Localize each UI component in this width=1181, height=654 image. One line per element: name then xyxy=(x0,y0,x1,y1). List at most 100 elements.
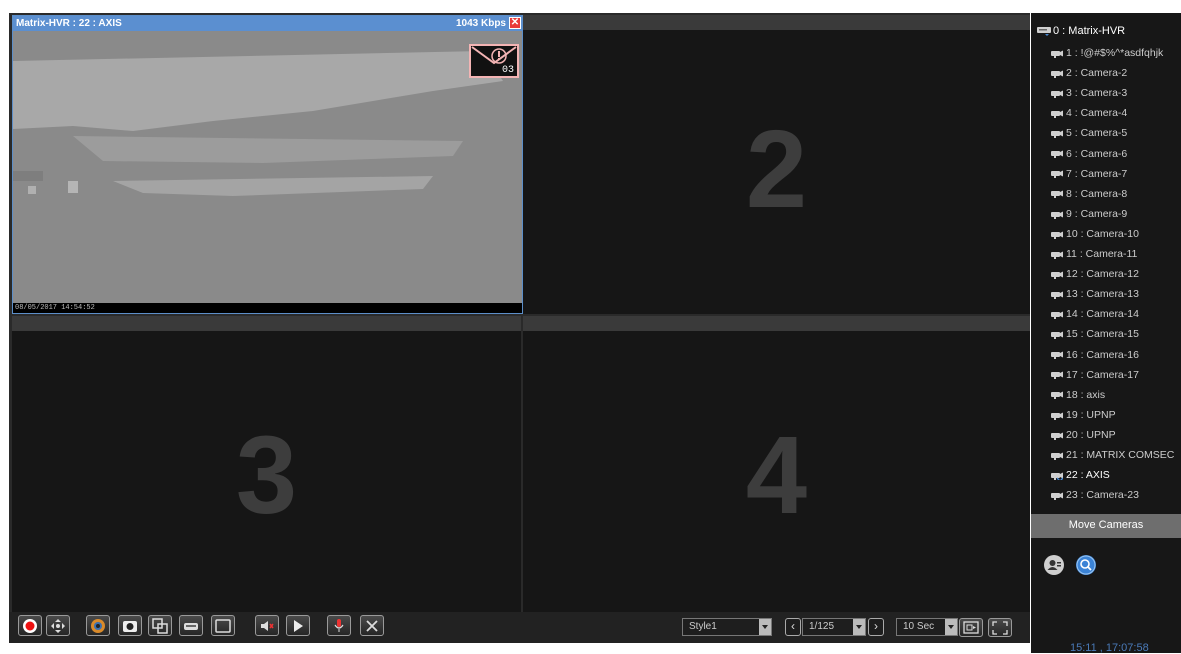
ptz-button[interactable] xyxy=(46,615,70,636)
sequence-button[interactable] xyxy=(959,618,983,637)
camera-list-item[interactable]: 17 : Camera-17 xyxy=(1051,369,1139,382)
interval-select[interactable]: 10 Sec xyxy=(896,618,958,636)
snapshot-icon xyxy=(123,621,137,632)
record-button[interactable] xyxy=(18,615,42,636)
mute-button[interactable] xyxy=(255,615,279,636)
camera-list-item[interactable]: 21 : MATRIX COMSEC xyxy=(1051,449,1174,462)
camera-list-item-label: 8 : Camera-8 xyxy=(1066,187,1128,200)
camera-list-item[interactable]: 15 : Camera-15 xyxy=(1051,328,1139,341)
camera-list-item-label: 15 : Camera-15 xyxy=(1066,328,1139,341)
color-adjust-icon xyxy=(91,619,105,633)
camera-list-item[interactable]: 5 : Camera-5 xyxy=(1051,127,1127,140)
camera-list-item-label: 12 : Camera-12 xyxy=(1066,268,1139,281)
camera-list-item[interactable]: 2 : Camera-2 xyxy=(1051,67,1127,80)
camera-icon xyxy=(1051,231,1063,239)
camera-list-item[interactable]: 3 : Camera-3 xyxy=(1051,87,1127,100)
video-tile-1[interactable]: Matrix-HVR : 22 : AXIS 1043 Kbps ✕ 03 08… xyxy=(12,15,523,314)
video-tile-2[interactable]: 2 xyxy=(523,15,1030,314)
previous-page-button[interactable]: ‹ xyxy=(785,618,801,636)
event-notification[interactable]: 03 xyxy=(469,44,519,78)
chevron-down-icon[interactable] xyxy=(759,619,771,635)
camera-list-item[interactable]: 4 : Camera-4 xyxy=(1051,107,1127,120)
record-icon xyxy=(23,619,37,633)
camera-list-item[interactable]: 12 : Camera-12 xyxy=(1051,268,1139,281)
camera-list-item-label: 22 : AXIS xyxy=(1066,469,1110,482)
tree-root[interactable]: 0 : Matrix-HVR xyxy=(1037,24,1125,38)
tile-number: 4 xyxy=(745,414,808,537)
fullscreen-button[interactable] xyxy=(988,618,1012,637)
camera-icon xyxy=(1051,291,1063,299)
camera-list-item-label: 14 : Camera-14 xyxy=(1066,308,1139,321)
camera-list-item[interactable]: 11 : Camera-11 xyxy=(1051,248,1137,261)
camera-list-item[interactable]: 19 : UPNP xyxy=(1051,409,1116,422)
camera-list-item[interactable]: 13 : Camera-13 xyxy=(1051,288,1139,301)
play-icon xyxy=(294,620,303,632)
next-page-button[interactable]: › xyxy=(868,618,884,636)
camera-icon xyxy=(1051,452,1063,460)
camera-icon xyxy=(1051,50,1063,58)
tile-title-bar: Matrix-HVR : 22 : AXIS 1043 Kbps ✕ xyxy=(13,16,522,31)
camera-list-item-label: 18 : axis xyxy=(1066,388,1106,401)
play-button[interactable] xyxy=(286,615,310,636)
camera-list-item-label: 23 : Camera-23 xyxy=(1066,489,1139,502)
microphone-button[interactable] xyxy=(327,615,351,636)
chevron-down-icon[interactable] xyxy=(945,619,957,635)
camera-icon xyxy=(1051,190,1063,199)
chevron-down-icon[interactable] xyxy=(853,619,865,635)
chevron-right-icon: › xyxy=(874,619,878,633)
camera-list-item[interactable]: 14 : Camera-14 xyxy=(1051,308,1139,321)
close-tile-icon[interactable]: ✕ xyxy=(509,17,521,29)
feed-image xyxy=(13,31,522,303)
tile-title: Matrix-HVR : 22 : AXIS xyxy=(16,18,122,29)
fullscreen-icon xyxy=(992,621,1008,635)
camera-list-item[interactable]: 10 : Camera-10 xyxy=(1051,228,1139,241)
camera-list-item-label: 4 : Camera-4 xyxy=(1066,107,1128,120)
camera-list-item-label: 10 : Camera-10 xyxy=(1066,227,1139,240)
style-select[interactable]: Style1 xyxy=(682,618,772,636)
video-tile-4[interactable]: 4 xyxy=(523,316,1030,612)
camera-list-item[interactable]: 18 : axis xyxy=(1051,389,1105,402)
move-cameras-button[interactable]: Move Cameras xyxy=(1031,514,1181,538)
tile-title-bar xyxy=(12,316,521,331)
device-icon xyxy=(184,623,198,630)
camera-list-item[interactable]: 9 : Camera-9 xyxy=(1051,208,1127,221)
app-window: Matrix-HVR : 22 : AXIS 1043 Kbps ✕ 03 08… xyxy=(0,0,1181,654)
camera-icon xyxy=(1051,492,1063,500)
camera-icon xyxy=(1051,211,1063,219)
color-adjust-button[interactable] xyxy=(86,615,110,636)
chevron-left-icon: ‹ xyxy=(791,619,795,633)
device-button[interactable] xyxy=(179,615,203,636)
camera-list-item-label: 7 : Camera-7 xyxy=(1066,167,1128,180)
close-all-button[interactable] xyxy=(360,615,384,636)
status-clock: 15:11 , 17:07:58 xyxy=(1070,642,1149,654)
single-layout-button[interactable] xyxy=(211,615,235,636)
sequence-icon xyxy=(963,621,979,634)
user-audio-button[interactable] xyxy=(1044,555,1064,575)
camera-list-item[interactable]: 1 : !@#$%^*asdfqhjk xyxy=(1051,47,1163,60)
zoom-window-button[interactable] xyxy=(148,615,172,636)
page-select[interactable]: 1/125 xyxy=(802,618,866,636)
refresh-search-button[interactable] xyxy=(1076,555,1096,575)
camera-list-item-label: 13 : Camera-13 xyxy=(1066,288,1139,301)
event-count: 03 xyxy=(501,65,514,76)
interval-select-value: 10 Sec xyxy=(903,621,935,632)
camera-list-item[interactable]: 22 : AXIS xyxy=(1051,469,1110,482)
camera-list-item[interactable]: 6 : Camera-6 xyxy=(1051,148,1127,161)
snapshot-button[interactable] xyxy=(118,615,142,636)
camera-list-item[interactable]: 7 : Camera-7 xyxy=(1051,168,1127,181)
camera-list-item[interactable]: 23 : Camera-23 xyxy=(1051,489,1139,502)
camera-list-item[interactable]: 8 : Camera-8 xyxy=(1051,188,1127,201)
microphone-icon xyxy=(334,619,344,632)
camera-list-item-label: 6 : Camera-6 xyxy=(1066,147,1128,160)
tile-number: 3 xyxy=(235,414,298,537)
video-tile-3[interactable]: 3 xyxy=(12,316,521,612)
hvr-device-icon xyxy=(1037,27,1051,37)
camera-icon xyxy=(1051,130,1063,139)
close-icon xyxy=(366,620,378,632)
camera-icon xyxy=(1051,110,1063,119)
bottom-toolbar: Style1 ‹ 1/125 › 10 Sec xyxy=(9,612,1030,643)
mute-icon xyxy=(261,621,274,631)
camera-list-item[interactable]: 16 : Camera-16 xyxy=(1051,349,1139,362)
camera-list-item[interactable]: 20 : UPNP xyxy=(1051,429,1116,442)
camera-icon xyxy=(1051,251,1063,259)
